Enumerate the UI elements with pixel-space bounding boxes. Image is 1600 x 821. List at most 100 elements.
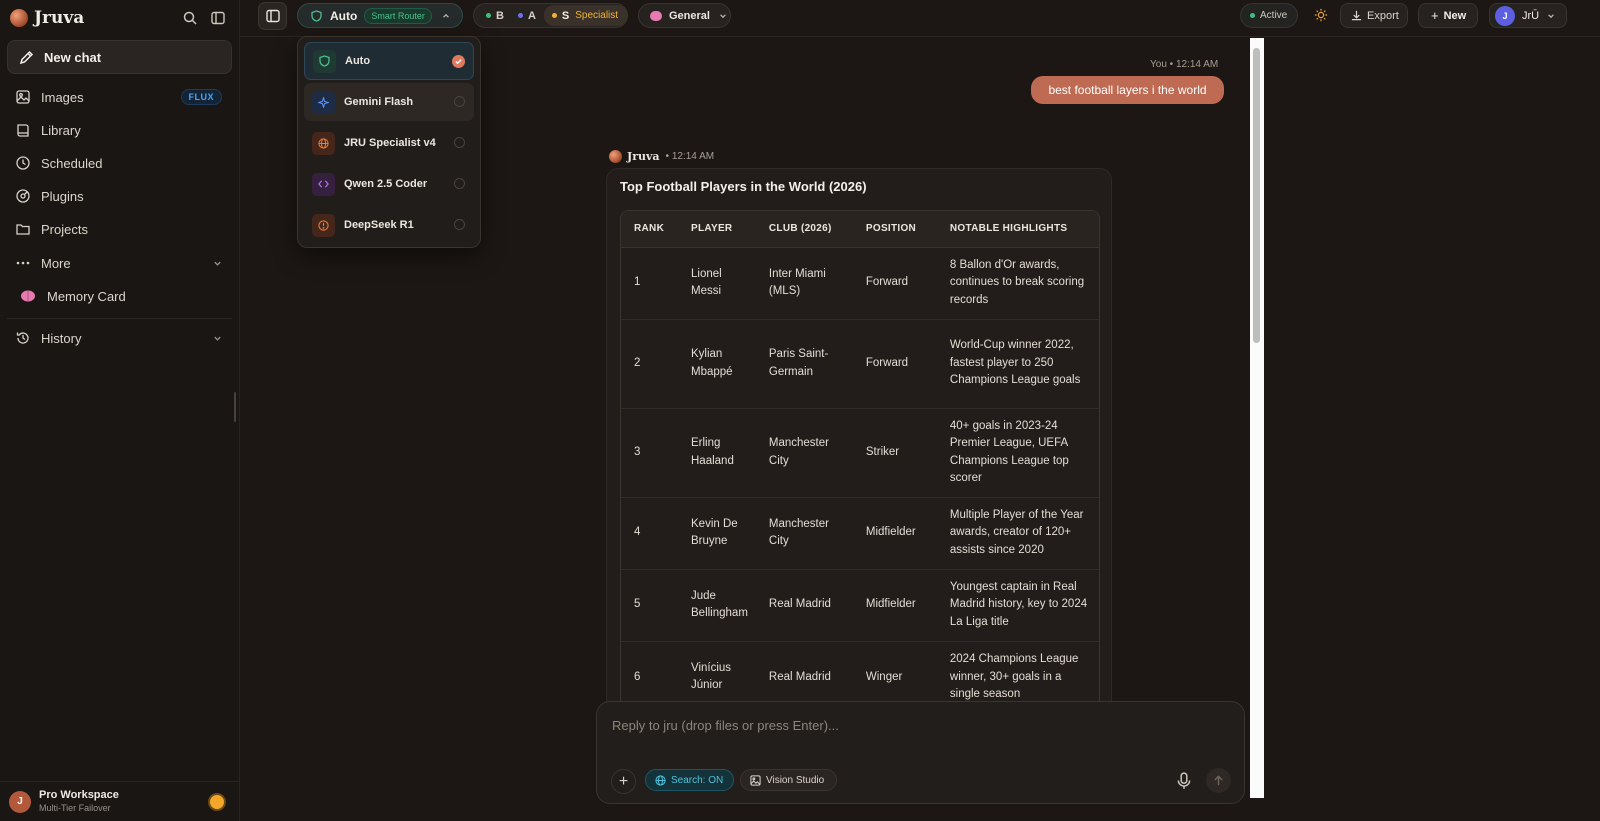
model-option-gemini-flash[interactable]: Gemini Flash xyxy=(304,83,474,121)
shield-icon xyxy=(313,49,336,73)
sidebar-item-label: Projects xyxy=(41,221,88,237)
model-label: Qwen 2.5 Coder xyxy=(344,178,428,190)
sidebar-item-library[interactable]: Library xyxy=(7,115,232,145)
scrollbar-thumb[interactable] xyxy=(1253,48,1260,343)
sidebar-item-projects[interactable]: Projects xyxy=(7,214,232,244)
model-router-button[interactable]: Auto Smart Router xyxy=(297,3,463,28)
table-cell: Manchester City xyxy=(755,407,853,497)
globe-icon xyxy=(655,774,666,786)
sidebar-item-label: Plugins xyxy=(41,188,84,204)
sidebar-item-history[interactable]: History xyxy=(7,323,232,353)
sidebar-resize-handle[interactable] xyxy=(234,392,236,422)
attach-button[interactable]: + xyxy=(611,769,636,794)
radio-button[interactable] xyxy=(454,219,465,230)
mode-select[interactable]: General xyxy=(638,3,731,28)
radio-button[interactable] xyxy=(454,178,465,189)
chevron-down-icon xyxy=(720,13,726,18)
search-label: Search: ON xyxy=(671,774,724,786)
column-header: RANK xyxy=(621,211,678,248)
tier-a[interactable]: A xyxy=(517,10,536,22)
tier-s[interactable]: S Specialist xyxy=(543,5,628,26)
sidebar-item-label: Scheduled xyxy=(41,155,103,171)
sidebar-collapse-icon[interactable] xyxy=(207,7,229,29)
theme-icon[interactable] xyxy=(210,795,224,809)
model-label: DeepSeek R1 xyxy=(344,219,414,231)
vision-studio-button[interactable]: Vision Studio xyxy=(740,769,837,791)
status-dot xyxy=(1250,13,1255,18)
sidebar-panel-icon xyxy=(265,9,280,23)
new-button[interactable]: + New xyxy=(1418,3,1478,28)
sidebar-toggle-button[interactable] xyxy=(258,2,287,30)
workspace-name: Pro Workspace xyxy=(39,789,119,801)
sidebar-item-memory-card[interactable]: Memory Card xyxy=(7,281,232,311)
sidebar-item-label: Library xyxy=(41,122,81,138)
sidebar-item-label: Images xyxy=(41,89,84,105)
table-cell: 8 Ballon d'Or awards, continues to break… xyxy=(949,258,1085,306)
table-cell: World-Cup winner 2022, fastest player to… xyxy=(936,318,1099,408)
sparkle-icon xyxy=(312,90,335,114)
chevron-up-icon xyxy=(443,13,449,18)
table-cell: Erling Haaland xyxy=(678,407,756,497)
sidebar-item-plugins[interactable]: Plugins xyxy=(7,181,232,211)
table-cell: 3 xyxy=(621,407,678,497)
workspace-switcher[interactable]: J Pro Workspace Multi-Tier Failover xyxy=(0,781,240,821)
new-chat-button[interactable]: New chat xyxy=(7,40,232,74)
brain-icon xyxy=(650,10,662,21)
send-button[interactable] xyxy=(1206,768,1231,793)
tier-selector[interactable]: B A S Specialist xyxy=(473,3,628,28)
status-label: Active xyxy=(1260,10,1288,21)
table-cell: Midfielder xyxy=(852,496,937,569)
search-toggle[interactable]: Search: ON xyxy=(645,769,734,791)
status-dot xyxy=(486,13,491,18)
radio-button[interactable] xyxy=(454,96,465,107)
tier-letter: B xyxy=(496,9,504,22)
history-icon xyxy=(16,332,29,344)
chevron-down-icon xyxy=(214,336,221,341)
workspace-info: Pro Workspace Multi-Tier Failover xyxy=(39,789,119,814)
globe-icon xyxy=(312,131,335,155)
user-menu-button[interactable]: J JrŪ xyxy=(1489,3,1567,28)
model-option-qwen-coder[interactable]: Qwen 2.5 Coder xyxy=(304,165,474,203)
table-cell: Inter Miami (MLS) xyxy=(768,267,826,298)
brain-icon xyxy=(21,290,35,302)
model-dropdown: Auto Gemini Flash JRU Specialist v4 Qwen… xyxy=(297,36,481,248)
model-option-deepseek-r1[interactable]: DeepSeek R1 xyxy=(304,206,474,244)
export-button[interactable]: Export xyxy=(1340,3,1408,28)
radio-button[interactable] xyxy=(454,137,465,148)
sidebar-item-images[interactable]: Images FLUX xyxy=(7,82,232,112)
tier-label: Specialist xyxy=(575,10,619,21)
table-cell: Striker xyxy=(852,407,937,497)
user-message-meta: You • 12:14 AM xyxy=(1150,59,1218,70)
table-cell: Kevin De Bruyne xyxy=(678,496,756,569)
model-label: Gemini Flash xyxy=(344,96,414,108)
table-cell: 2 xyxy=(621,318,678,408)
sidebar-item-scheduled[interactable]: Scheduled xyxy=(7,148,232,178)
user-name: JrŪ xyxy=(1522,9,1540,22)
table-cell: Midfielder xyxy=(852,568,937,641)
vision-label: Vision Studio xyxy=(766,774,825,786)
avatar: J xyxy=(9,790,31,813)
code-icon xyxy=(312,172,335,196)
table-cell: Forward xyxy=(865,276,909,289)
download-icon xyxy=(1351,10,1362,21)
flux-badge: FLUX xyxy=(180,89,222,105)
search-icon[interactable] xyxy=(179,7,201,29)
mode-label: General xyxy=(669,9,710,22)
sun-icon[interactable] xyxy=(1314,8,1328,22)
sidebar-header: Jruva xyxy=(10,6,229,30)
table-cell: Manchester City xyxy=(755,496,853,569)
table-header-row: RANK PLAYER CLUB (2026) POSITION NOTABLE… xyxy=(621,211,1099,248)
table-row: 4 Kevin De Bruyne Manchester City Midfie… xyxy=(621,496,1099,569)
sender-name: Jruva xyxy=(627,150,660,163)
sidebar-item-more[interactable]: More xyxy=(7,248,232,278)
clock-icon xyxy=(16,156,30,170)
tier-b[interactable]: B xyxy=(486,10,504,22)
sidebar-divider xyxy=(7,318,232,319)
message-input[interactable] xyxy=(612,718,1212,733)
arrow-up-icon xyxy=(1214,775,1223,786)
model-option-jru-specialist[interactable]: JRU Specialist v4 xyxy=(304,124,474,162)
model-option-auto[interactable]: Auto xyxy=(304,42,474,80)
microphone-icon[interactable] xyxy=(1176,772,1192,790)
sidebar-item-label: Memory Card xyxy=(47,288,126,304)
sidebar: Jruva New chat Images FLUX Library Sched… xyxy=(0,0,240,821)
